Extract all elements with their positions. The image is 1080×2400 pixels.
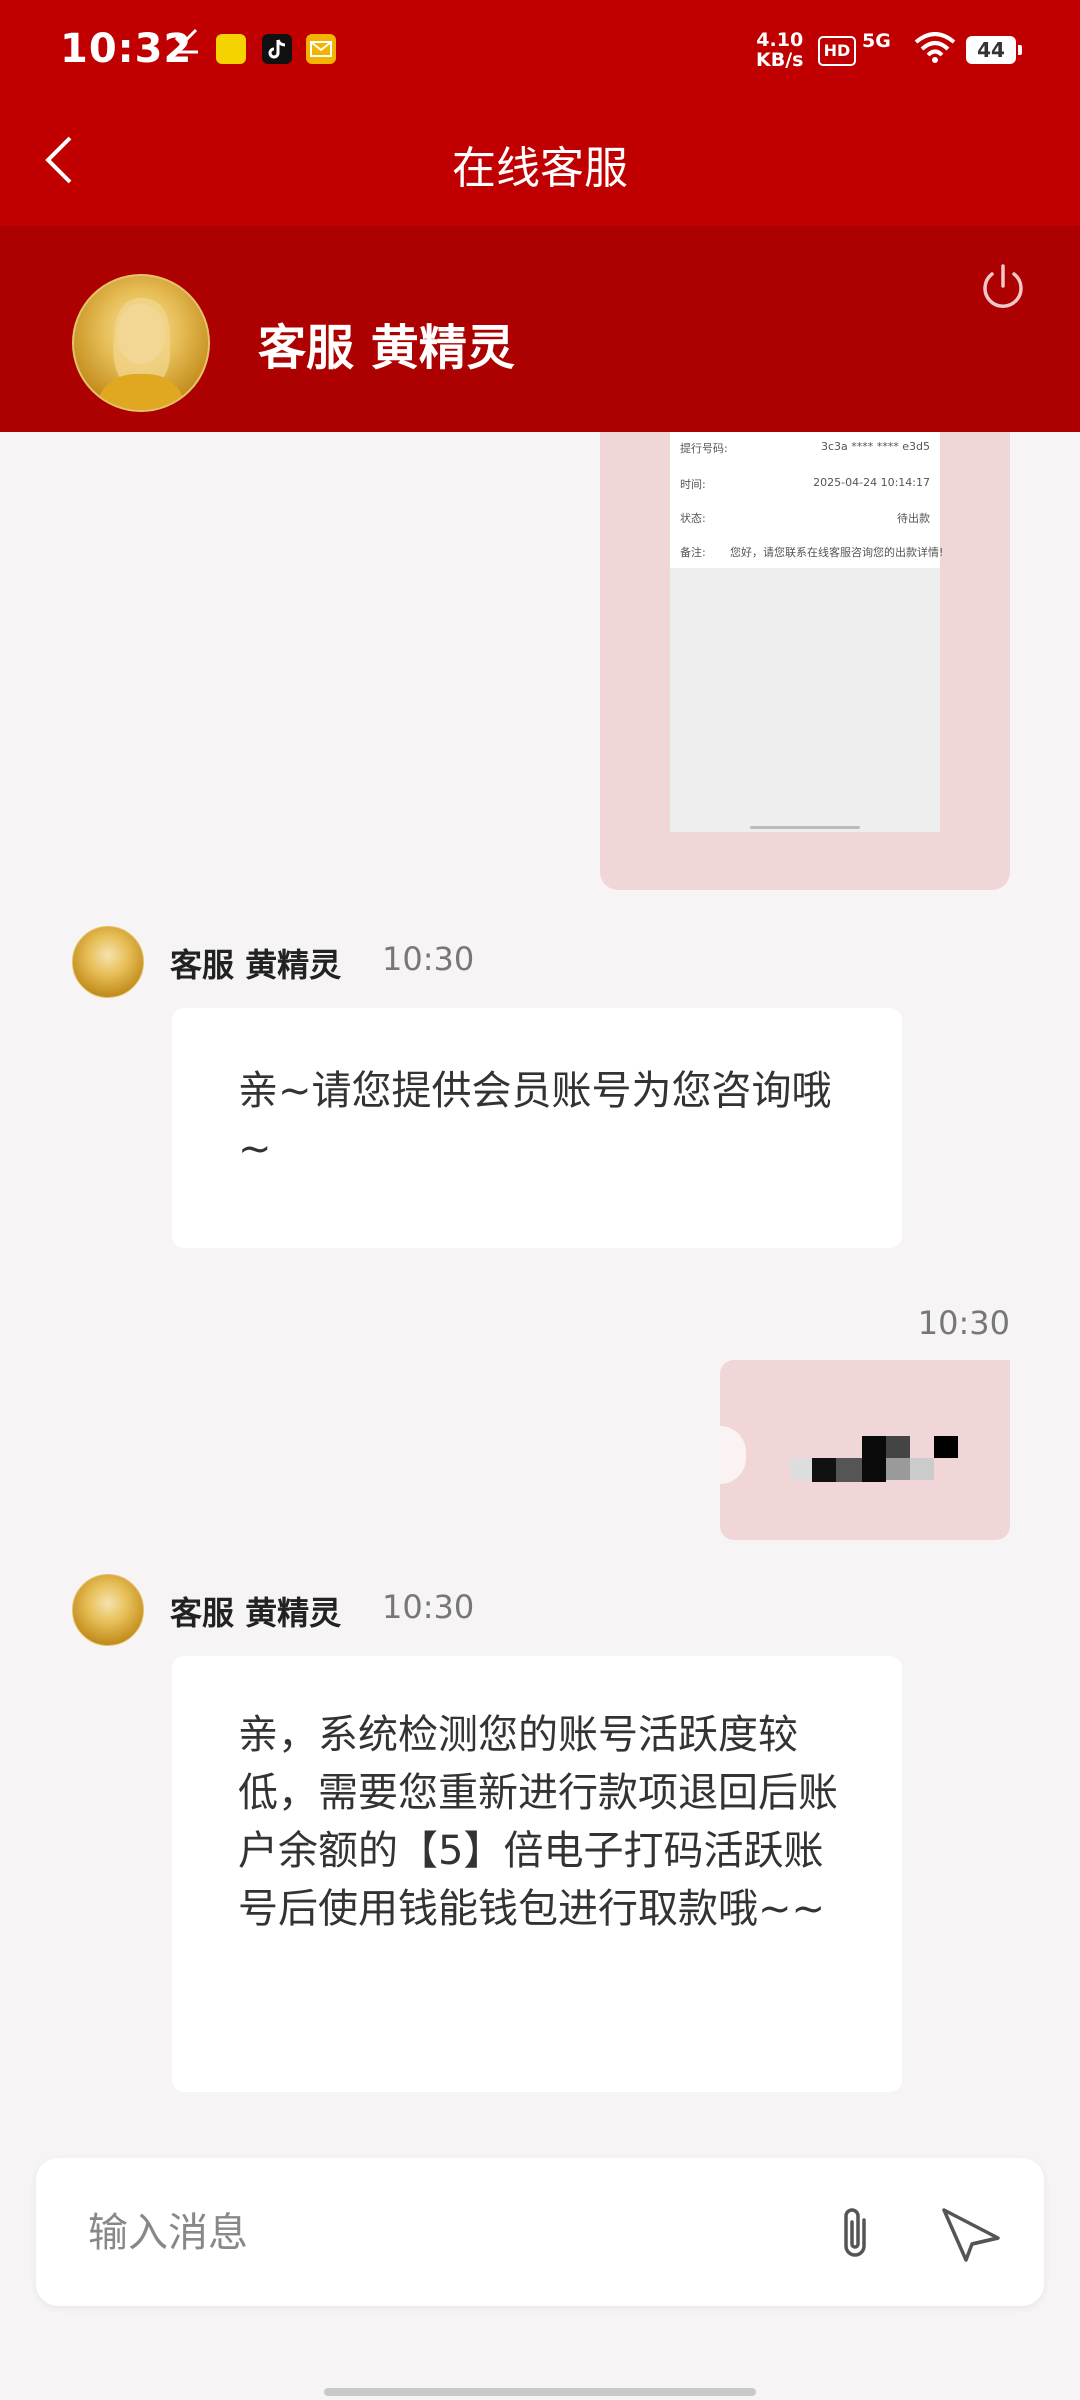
receipt-row: 提行号码: 3c3a **** **** e3d5 [680, 440, 930, 456]
receipt-value: 3c3a **** **** e3d5 [820, 440, 930, 453]
tiktok-icon [262, 34, 292, 64]
receipt-label: 状态: [680, 512, 706, 525]
redacted-pixel [812, 1458, 836, 1482]
redacted-pixel [886, 1436, 910, 1458]
redacted-pixel [862, 1436, 886, 1482]
wifi-icon [914, 32, 956, 68]
redacted-pixel [790, 1458, 812, 1480]
message-input[interactable] [86, 2194, 790, 2272]
sender-name: 客服 黄精灵 [170, 946, 342, 984]
page-title: 在线客服 [452, 143, 628, 194]
network-speed-unit: KB/s [756, 49, 804, 71]
message-time: 10:30 [382, 940, 475, 978]
battery-indicator: 44 [966, 36, 1022, 64]
agent-header: 客服 黄精灵 [0, 226, 1080, 432]
message-time: 10:30 [382, 1588, 475, 1626]
receipt-label: 提行号码: [680, 442, 728, 455]
receipt-value: 2025-04-24 10:14:17 [813, 476, 930, 489]
network-speed-value: 4.10 [756, 29, 804, 51]
hd-badge: HD [818, 36, 856, 66]
agent-message-bubble: 亲，系统检测您的账号活跃度较低，需要您重新进行款项退回后账户余额的【5】倍电子打… [172, 1656, 902, 2092]
receipt-home-indicator [750, 826, 860, 829]
network-type: 5G [862, 30, 891, 52]
message-header: 客服 黄精灵 10:30 [72, 926, 772, 998]
receipt-value: 您好，请您联系在线客服咨询您的出款详情! [730, 546, 944, 559]
user-message-time: 10:30 [917, 1304, 1010, 1342]
receipt-row: 状态: 待出款 [680, 510, 930, 526]
agent-avatar [72, 274, 210, 412]
receipt-row: 备注: 您好，请您联系在线客服咨询您的出款详情! [680, 544, 943, 560]
redacted-pixel [886, 1458, 910, 1480]
download-done-icon [172, 26, 202, 56]
app-notification-icon [216, 34, 246, 64]
send-icon[interactable] [936, 2200, 1006, 2266]
power-icon[interactable] [976, 260, 1030, 314]
message-text: 亲~请您提供会员账号为您咨询哦~ [238, 1068, 832, 1172]
home-indicator[interactable] [324, 2388, 756, 2396]
attachment-icon[interactable] [820, 2198, 890, 2268]
user-message-bubble [720, 1360, 1010, 1540]
agent-name: 客服 黄精灵 [258, 320, 515, 376]
network-speed: 4.10 KB/s [756, 30, 803, 70]
receipt-image[interactable]: 提行号码: 3c3a **** **** e3d5 时间: 2025-04-24… [670, 432, 943, 832]
message-text: 亲，系统检测您的账号活跃度较低，需要您重新进行款项退回后账户余额的【5】倍电子打… [238, 1712, 838, 1932]
message-input-bar [36, 2158, 1044, 2306]
redacted-pixel [934, 1436, 958, 1458]
top-bar: 10:32 4.10 KB/s HD 5G 44 在线客服 [0, 0, 1080, 226]
redacted-pixel [836, 1458, 862, 1482]
message-header: 客服 黄精灵 10:30 [72, 1574, 772, 1646]
agent-message-bubble: 亲~请您提供会员账号为您咨询哦~ [172, 1008, 902, 1248]
sender-name: 客服 黄精灵 [170, 1594, 342, 1632]
receipt-card: 提行号码: 3c3a **** **** e3d5 时间: 2025-04-24… [670, 432, 943, 568]
redacted-pixel [910, 1458, 934, 1480]
receipt-value: 待出款 [897, 512, 930, 525]
status-bar: 10:32 4.10 KB/s HD 5G 44 [0, 0, 1080, 100]
image-message-bubble[interactable]: 提行号码: 3c3a **** **** e3d5 时间: 2025-04-24… [600, 432, 1010, 890]
receipt-label: 时间: [680, 478, 706, 491]
agent-avatar-small [72, 926, 144, 998]
receipt-row: 时间: 2025-04-24 10:14:17 [680, 476, 930, 492]
agent-avatar-small [72, 1574, 144, 1646]
redacted-area [720, 1426, 746, 1484]
receipt-label: 备注: [680, 546, 706, 559]
mail-icon [306, 34, 336, 64]
